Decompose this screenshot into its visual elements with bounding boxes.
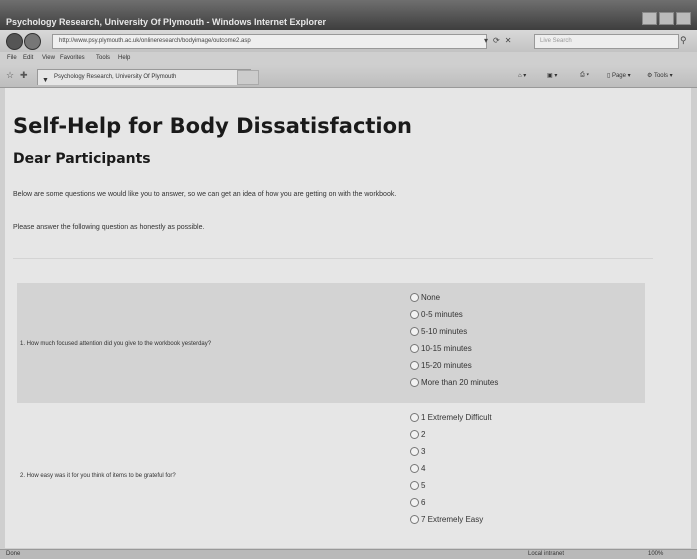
option-radio[interactable]: 3 (410, 443, 492, 460)
window-title: Psychology Research, University Of Plymo… (6, 17, 326, 27)
option-label: 1 Extremely Difficult (421, 413, 492, 422)
radio-button[interactable] (410, 378, 419, 387)
question-text: 2. How easy was it for you think of item… (20, 473, 176, 479)
radio-button[interactable] (410, 515, 419, 524)
radio-button[interactable] (410, 344, 419, 353)
option-radio[interactable]: 6 (410, 494, 492, 511)
tab-label: Psychology Research, University Of Plymo… (54, 74, 177, 80)
favorites-star-icon[interactable]: ☆ (6, 70, 14, 81)
menu-favorites[interactable]: Favorites (60, 55, 85, 61)
radio-button[interactable] (410, 327, 419, 336)
radio-button[interactable] (410, 464, 419, 473)
command-bar: ☆ ✚ ▼ Psychology Research, University Of… (0, 65, 697, 88)
question-text: 1. How much focused attention did you gi… (20, 341, 212, 347)
option-label: 6 (421, 498, 426, 507)
radio-button[interactable] (410, 498, 419, 507)
tab-current[interactable]: ▼ Psychology Research, University Of Ply… (37, 69, 251, 85)
question-row: 1. How much focused attention did you gi… (17, 283, 645, 403)
option-label: 5 (421, 481, 426, 490)
new-tab-button[interactable] (237, 70, 259, 85)
status-text: Done (6, 551, 21, 557)
menu-file[interactable]: File (7, 55, 17, 61)
option-label: 5-10 minutes (421, 327, 468, 336)
options-list: 1 Extremely Difficult 2 3 4 5 6 7 Extrem… (410, 409, 492, 528)
zoom-level[interactable]: 100% (648, 551, 663, 557)
option-label: 3 (421, 447, 426, 456)
forward-button[interactable] (24, 33, 41, 50)
option-label: None (421, 293, 441, 302)
radio-button[interactable] (410, 361, 419, 370)
menu-help[interactable]: Help (118, 55, 130, 61)
radio-button[interactable] (410, 293, 419, 302)
feeds-icon[interactable]: ▣ ▾ (547, 72, 557, 79)
option-label: 7 Extremely Easy (421, 515, 484, 524)
tools-menu-label: Tools (653, 73, 668, 79)
back-button[interactable] (6, 33, 23, 50)
option-label: 15-20 minutes (421, 361, 472, 370)
search-icon[interactable]: ⚲ (680, 35, 687, 46)
option-label: 10-15 minutes (421, 344, 472, 353)
address-toolbar: http://www.psy.plymouth.ac.uk/onlinerese… (0, 30, 697, 52)
option-radio[interactable]: 2 (410, 426, 492, 443)
radio-button[interactable] (410, 447, 419, 456)
menu-bar: File Edit View Favorites Tools Help (0, 52, 697, 65)
option-radio[interactable]: None (410, 289, 498, 306)
radio-button[interactable] (410, 430, 419, 439)
option-radio[interactable]: 5-10 minutes (410, 323, 498, 340)
radio-button[interactable] (410, 310, 419, 319)
menu-tools[interactable]: Tools (96, 55, 110, 61)
close-button[interactable] (676, 12, 691, 25)
tools-menu[interactable]: ⚙ Tools ▾ (647, 72, 673, 79)
option-radio[interactable]: 5 (410, 477, 492, 494)
page-menu[interactable]: ▯ Page ▾ (607, 72, 631, 79)
divider (13, 258, 653, 259)
option-label: 4 (421, 464, 426, 473)
page-subtitle: Dear Participants (13, 151, 151, 167)
option-radio[interactable]: More than 20 minutes (410, 374, 498, 391)
window-titlebar: Psychology Research, University Of Plymo… (0, 0, 697, 30)
page-icon: ▼ (42, 77, 49, 84)
security-zone: Local intranet (528, 551, 565, 557)
print-icon[interactable]: ⎙ ▾ (580, 72, 589, 79)
question-row: 2. How easy was it for you think of item… (17, 406, 645, 536)
option-label: 0-5 minutes (421, 310, 463, 319)
option-radio[interactable]: 7 Extremely Easy (410, 511, 492, 528)
option-radio[interactable]: 4 (410, 460, 492, 477)
minimize-button[interactable] (642, 12, 657, 25)
window-controls (642, 12, 691, 25)
option-radio[interactable]: 0-5 minutes (410, 306, 498, 323)
page-content: Self-Help for Body Dissatisfaction Dear … (5, 88, 691, 548)
page-title: Self-Help for Body Dissatisfaction (13, 114, 413, 138)
menu-edit[interactable]: Edit (23, 55, 33, 61)
radio-button[interactable] (410, 481, 419, 490)
menu-view[interactable]: View (42, 55, 55, 61)
option-radio[interactable]: 15-20 minutes (410, 357, 498, 374)
option-label: 2 (421, 430, 426, 439)
option-radio[interactable]: 10-15 minutes (410, 340, 498, 357)
page-menu-label: Page (611, 73, 626, 79)
add-favorites-icon[interactable]: ✚ (20, 70, 28, 81)
radio-button[interactable] (410, 413, 419, 422)
instruction-text: Please answer the following question as … (13, 224, 205, 231)
refresh-stop-icons[interactable]: ▾⟳✕ (484, 36, 516, 45)
options-list: None 0-5 minutes 5-10 minutes 10-15 minu… (410, 289, 498, 391)
option-radio[interactable]: 1 Extremely Difficult (410, 409, 492, 426)
url-input[interactable]: http://www.psy.plymouth.ac.uk/onlinerese… (52, 34, 487, 49)
search-input[interactable]: Live Search (534, 34, 679, 49)
maximize-button[interactable] (659, 12, 674, 25)
home-icon[interactable]: ⌂ ▾ (518, 72, 526, 79)
intro-text: Below are some questions we would like y… (13, 191, 397, 198)
option-label: More than 20 minutes (421, 378, 499, 387)
